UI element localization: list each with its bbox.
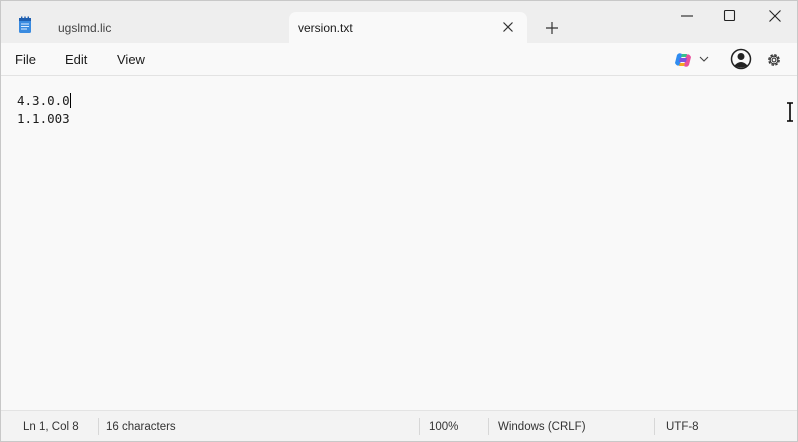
menu-view[interactable]: View xyxy=(117,52,145,67)
tab-label: version.txt xyxy=(298,20,353,35)
text-caret xyxy=(69,93,71,108)
editor-line: 4.3.0.0 xyxy=(17,93,71,108)
tab-label: ugslmd.lic xyxy=(58,20,112,35)
line-ending[interactable]: Windows (CRLF) xyxy=(498,421,586,433)
account-icon[interactable] xyxy=(730,48,752,70)
text-editor[interactable]: 4.3.0.0 1.1.003 xyxy=(1,77,797,410)
maximize-icon[interactable] xyxy=(719,5,741,27)
menu-edit[interactable]: Edit xyxy=(65,52,87,67)
i-beam-cursor-icon xyxy=(787,102,793,122)
close-tab-icon[interactable] xyxy=(501,20,515,34)
divider xyxy=(98,418,99,435)
title-bar: ugslmd.lic version.txt xyxy=(1,1,797,43)
notepad-icon xyxy=(19,16,31,33)
gear-icon[interactable] xyxy=(765,51,783,69)
line-text: 4.3.0.0 xyxy=(17,93,70,108)
cursor-position: Ln 1, Col 8 xyxy=(23,421,79,433)
zoom-level[interactable]: 100% xyxy=(429,421,458,433)
tab-version[interactable]: version.txt xyxy=(289,12,527,43)
plus-icon[interactable] xyxy=(542,19,562,37)
divider xyxy=(488,418,489,435)
menu-bar: File Edit View xyxy=(1,43,797,76)
divider xyxy=(654,418,655,435)
line-text: 1.1.003 xyxy=(17,111,70,126)
character-count: 16 characters xyxy=(106,421,176,433)
copilot-icon[interactable] xyxy=(674,52,692,68)
tab-ugslmd[interactable]: ugslmd.lic xyxy=(43,12,283,43)
encoding[interactable]: UTF-8 xyxy=(666,421,699,433)
notepad-window: ugslmd.lic version.txt File Edit View 4.… xyxy=(0,0,798,442)
editor-line: 1.1.003 xyxy=(17,111,70,126)
menu-file[interactable]: File xyxy=(15,52,36,67)
chevron-down-icon[interactable] xyxy=(699,55,709,63)
minimize-icon[interactable] xyxy=(676,5,698,27)
status-bar: Ln 1, Col 8 16 characters 100% Windows (… xyxy=(1,410,797,441)
divider xyxy=(419,418,420,435)
close-window-icon[interactable] xyxy=(764,5,786,27)
